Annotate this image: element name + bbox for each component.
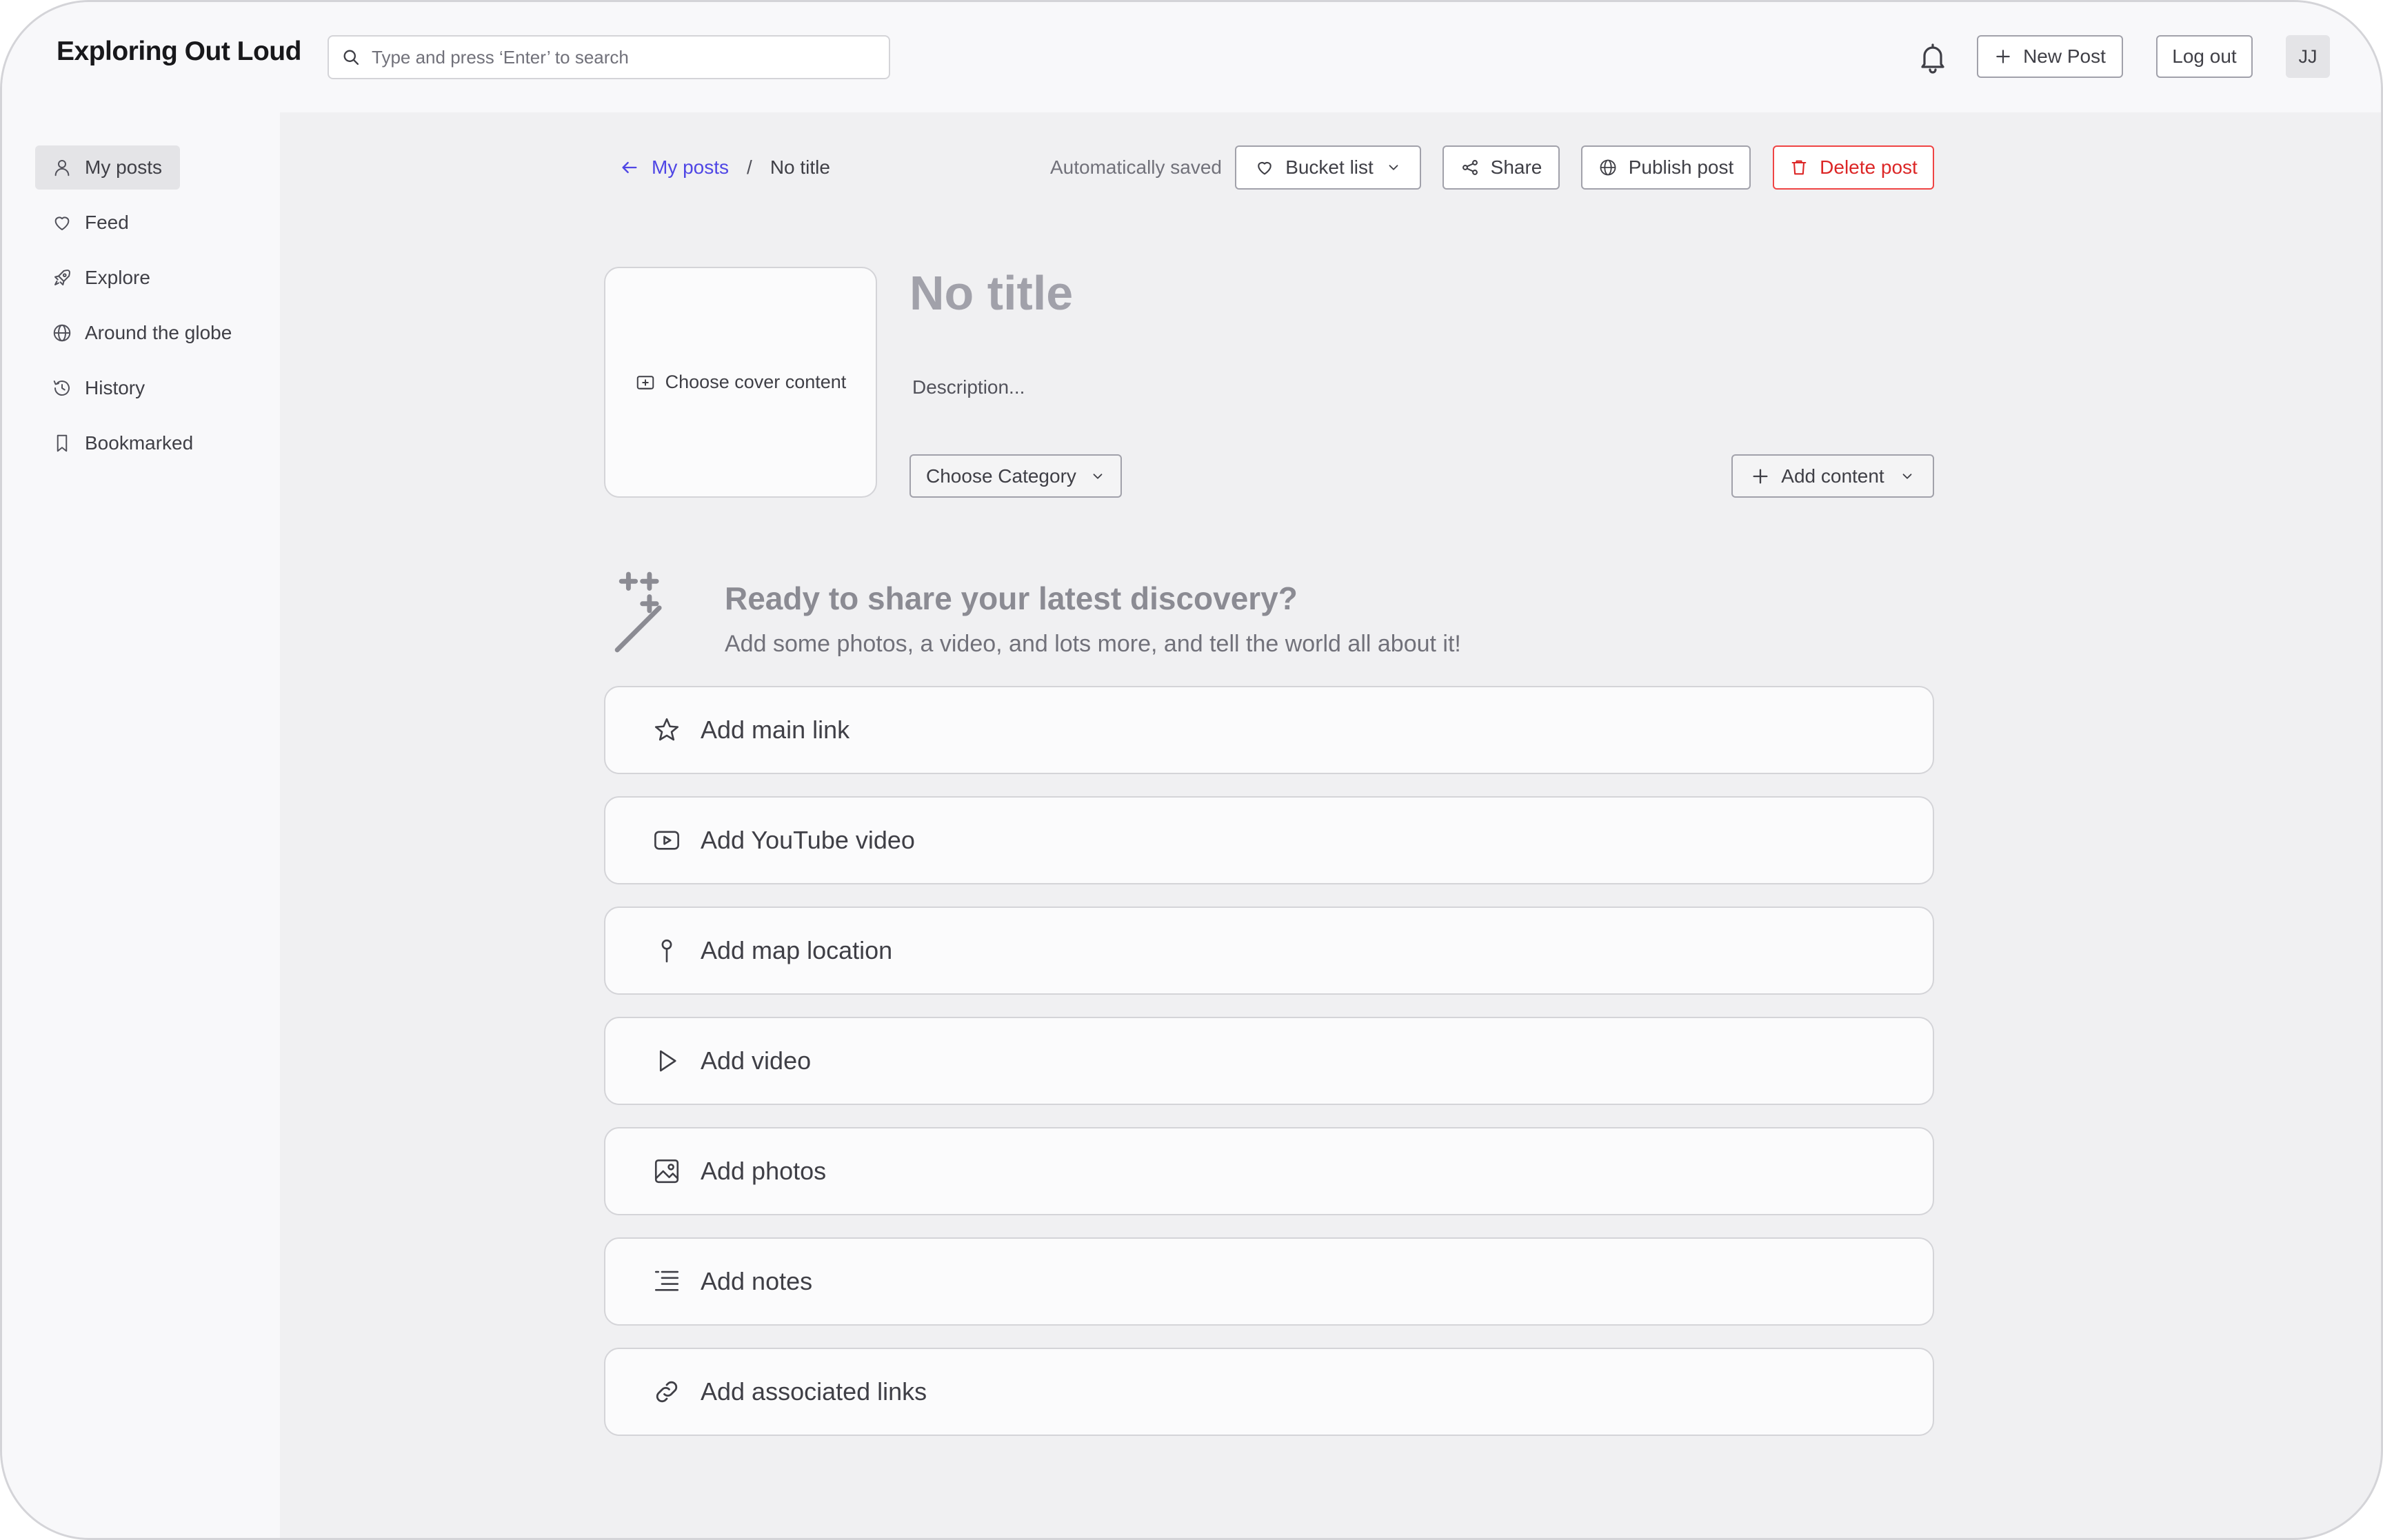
share-button[interactable]: Share [1442, 145, 1560, 190]
plus-icon [1753, 469, 1768, 483]
option-label: Add video [701, 1046, 812, 1075]
image-icon [654, 1159, 679, 1184]
sidebar-item-feed[interactable]: Feed [35, 201, 147, 245]
option-label: Add map location [701, 936, 893, 964]
search-box[interactable] [328, 35, 890, 79]
option-label: Add notes [701, 1267, 813, 1295]
avatar[interactable]: JJ [2286, 35, 2330, 78]
heart-icon [54, 216, 70, 230]
history-icon [53, 381, 70, 396]
share-label: Share [1490, 156, 1542, 178]
youtube-icon [654, 831, 679, 850]
sidebar-item-label: My posts [85, 156, 163, 178]
add-content-label: Add content [1781, 465, 1884, 487]
bookmark-icon [57, 434, 68, 452]
prompt-subtext: Add some photos, a video, and lots more,… [725, 631, 1461, 657]
add-photos-button[interactable]: Add photos [604, 1127, 1934, 1215]
breadcrumb-current: No title [770, 156, 830, 178]
share-icon [1462, 160, 1478, 175]
breadcrumb-separator: / [747, 156, 752, 178]
sidebar-item-label: Feed [85, 212, 129, 233]
option-label: Add main link [701, 716, 850, 744]
search-input[interactable] [372, 46, 854, 68]
post-title-input[interactable]: No title [909, 265, 1073, 321]
add-associated-links-button[interactable]: Add associated links [604, 1348, 1934, 1436]
cover-picker[interactable]: Choose cover content [604, 267, 877, 498]
new-post-button[interactable]: New Post [1977, 35, 2123, 78]
sidebar-item-label: History [85, 377, 145, 398]
sidebar-item-label: Bookmarked [85, 432, 194, 454]
sidebar-item-my-posts[interactable]: My posts [35, 145, 181, 190]
delete-post-label: Delete post [1820, 156, 1918, 178]
bell-icon[interactable] [1916, 41, 1949, 74]
sidebar-item-label: Explore [85, 267, 150, 288]
app-window: Exploring Out Loud New Post Log out JJ M… [0, 0, 2383, 1540]
delete-post-button[interactable]: Delete post [1773, 145, 1934, 190]
link-icon [656, 1381, 678, 1403]
cover-label: Choose cover content [665, 372, 847, 392]
add-map-location-button[interactable]: Add map location [604, 906, 1934, 995]
image-add-icon [636, 375, 654, 389]
add-youtube-video-button[interactable]: Add YouTube video [604, 796, 1934, 884]
globe-icon [1600, 159, 1616, 176]
trash-icon [1791, 160, 1807, 175]
add-video-button[interactable]: Add video [604, 1017, 1934, 1105]
category-select[interactable]: Choose Category [909, 454, 1122, 498]
log-out-label: Log out [2172, 45, 2237, 67]
sidebar-item-around-the-globe[interactable]: Around the globe [35, 311, 250, 355]
bucket-list-button[interactable]: Bucket list [1235, 145, 1421, 190]
save-status: Automatically saved [1050, 156, 1223, 178]
breadcrumb-back-label: My posts [652, 156, 730, 178]
plus-icon [1996, 50, 2010, 63]
list-icon [654, 1270, 679, 1291]
sidebar: My posts Feed Explore Around the globe H… [2, 112, 280, 1538]
breadcrumb: My posts / No title [620, 151, 830, 184]
arrow-left-icon [622, 161, 637, 174]
sidebar-item-label: Around the globe [85, 322, 232, 343]
option-label: Add YouTube video [701, 826, 915, 854]
new-post-label: New Post [2023, 45, 2106, 67]
map-pin-icon [661, 939, 672, 963]
publish-post-label: Publish post [1628, 156, 1734, 178]
top-bar: Exploring Out Loud New Post Log out JJ [2, 2, 2381, 112]
search-icon [343, 50, 359, 65]
prompt-heading: Ready to share your latest discovery? [725, 580, 1298, 616]
bucket-list-label: Bucket list [1285, 156, 1374, 178]
chevron-down-icon [1389, 165, 1398, 170]
option-label: Add photos [701, 1157, 827, 1185]
sidebar-item-explore[interactable]: Explore [35, 256, 168, 300]
rocket-icon [54, 270, 70, 285]
option-label: Add associated links [701, 1377, 927, 1406]
add-content-button[interactable]: Add content [1731, 454, 1934, 498]
play-icon [659, 1050, 676, 1072]
back-link[interactable]: My posts [620, 156, 729, 179]
category-label: Choose Category [926, 465, 1076, 487]
add-main-link-button[interactable]: Add main link [604, 686, 1934, 774]
star-icon [654, 718, 679, 741]
chevron-down-icon [1902, 473, 1912, 479]
publish-post-button[interactable]: Publish post [1581, 145, 1751, 190]
magic-wand-icon [614, 571, 662, 653]
app-title: Exploring Out Loud [57, 37, 301, 66]
heart-icon [1258, 161, 1271, 175]
user-icon [54, 160, 70, 176]
post-description-input[interactable]: Description... [912, 376, 1025, 398]
globe-icon [53, 324, 71, 342]
sidebar-item-history[interactable]: History [35, 366, 163, 410]
chevron-down-icon [1093, 473, 1103, 479]
add-notes-button[interactable]: Add notes [604, 1237, 1934, 1326]
log-out-button[interactable]: Log out [2156, 35, 2253, 78]
sidebar-item-bookmarked[interactable]: Bookmarked [35, 421, 211, 465]
